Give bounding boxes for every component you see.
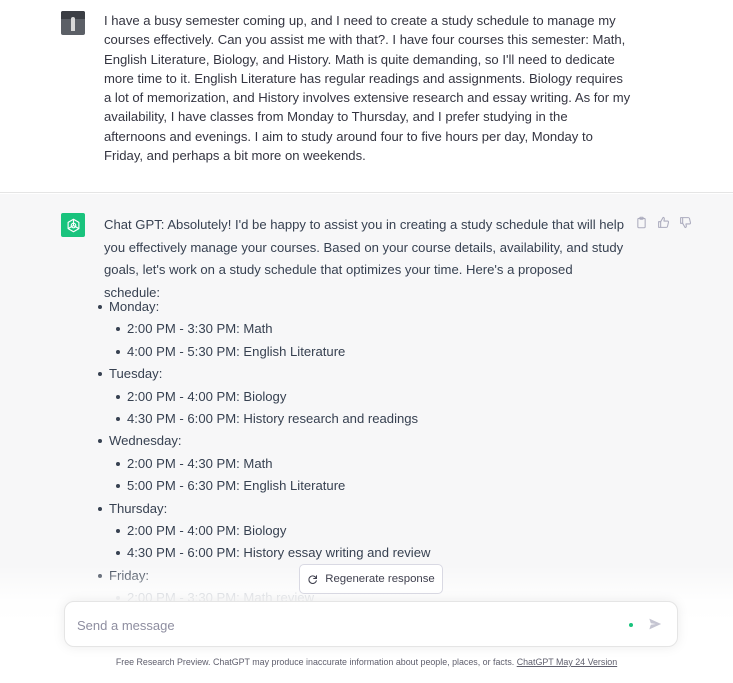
schedule-slot: 2:00 PM - 4:30 PM: Math	[96, 453, 616, 475]
user-message-block: I have a busy semester coming up, and I …	[0, 0, 733, 193]
send-button[interactable]	[647, 616, 663, 632]
chatgpt-logo-icon	[61, 213, 85, 237]
clipboard-icon[interactable]	[635, 215, 648, 229]
schedule-day-monday: Monday:	[96, 296, 616, 318]
message-actions	[635, 215, 692, 229]
version-link[interactable]: ChatGPT May 24 Version	[517, 657, 617, 667]
schedule-day-wednesday: Wednesday:	[96, 430, 616, 452]
regenerate-response-button[interactable]: Regenerate response	[299, 564, 443, 594]
assistant-intro-text: Chat GPT: Absolutely! I'd be happy to as…	[104, 217, 624, 300]
schedule-day-thursday: Thursday:	[96, 498, 616, 520]
thumbs-up-icon[interactable]	[657, 215, 670, 229]
schedule-list: Monday: 2:00 PM - 3:30 PM: Math 4:00 PM …	[96, 296, 616, 609]
status-dot-icon	[629, 623, 633, 627]
footer-text: Free Research Preview. ChatGPT may produ…	[115, 657, 517, 667]
schedule-slot: 2:00 PM - 4:00 PM: Biology	[96, 520, 616, 542]
user-message-text: I have a busy semester coming up, and I …	[104, 13, 631, 164]
refresh-icon	[308, 574, 318, 584]
send-icon	[649, 618, 662, 630]
schedule-slot: 5:00 PM - 6:30 PM: English Literature	[96, 475, 616, 497]
schedule-slot: 4:00 PM - 5:30 PM: English Literature	[96, 341, 616, 363]
schedule-slot: 2:00 PM - 3:30 PM: Math	[96, 318, 616, 340]
footer-disclaimer: Free Research Preview. ChatGPT may produ…	[0, 657, 733, 667]
message-input[interactable]	[77, 614, 597, 636]
thumbs-down-icon[interactable]	[679, 215, 692, 229]
schedule-slot: 2:00 PM - 4:00 PM: Biology	[96, 386, 616, 408]
message-composer	[64, 601, 678, 647]
schedule-day-tuesday: Tuesday:	[96, 363, 616, 385]
schedule-slot: 4:30 PM - 6:00 PM: History essay writing…	[96, 542, 616, 564]
user-avatar	[61, 11, 85, 35]
regenerate-label: Regenerate response	[325, 573, 435, 585]
schedule-slot: 4:30 PM - 6:00 PM: History research and …	[96, 408, 616, 430]
